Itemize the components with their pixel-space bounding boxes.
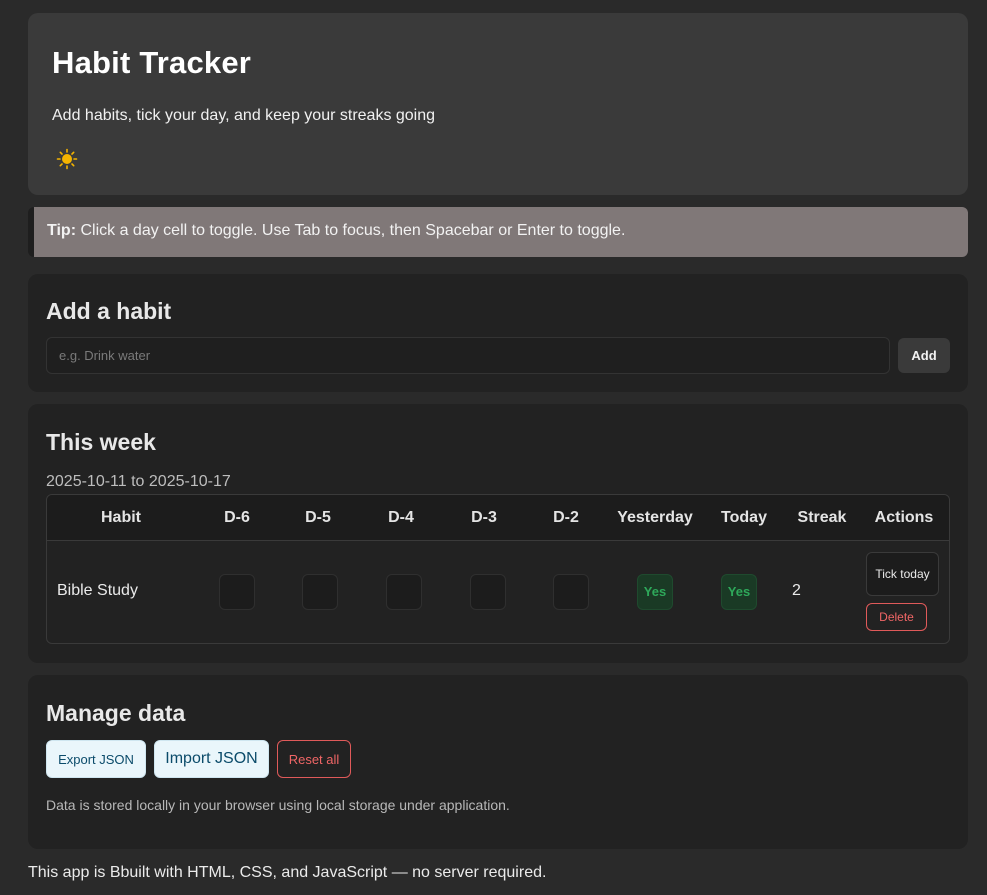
day-cell-d2[interactable]: [553, 574, 589, 610]
week-range: 2025-10-11 to 2025-10-17: [46, 473, 231, 490]
day-cell-d4[interactable]: [386, 574, 422, 610]
header-card: Habit Tracker Add habits, tick your day,…: [28, 13, 968, 195]
day-cell-d5[interactable]: [302, 574, 338, 610]
column-header-d3: D-3: [471, 509, 497, 526]
footer-text: This app is Bbuilt with HTML, CSS, and J…: [28, 864, 547, 881]
manage-data-card: Manage data Export JSON Import JSON Rese…: [28, 675, 968, 849]
habit-name-input[interactable]: [46, 337, 890, 374]
column-header-d6: D-6: [224, 509, 250, 526]
streak-count: 2: [792, 582, 801, 599]
column-header-today: Today: [721, 509, 767, 526]
add-habit-heading: Add a habit: [46, 298, 172, 324]
tip-text: Tip: Click a day cell to toggle. Use Tab…: [47, 222, 625, 240]
column-header-streak: Streak: [797, 509, 847, 526]
tip-label: Tip:: [47, 222, 77, 239]
week-card: This week 2025-10-11 to 2025-10-17 Habit…: [28, 404, 968, 663]
habit-name: Bible Study: [57, 582, 138, 599]
column-header-actions: Actions: [874, 509, 934, 526]
column-header-yesterday: Yesterday: [617, 509, 693, 526]
tip-body: Click a day cell to toggle. Use Tab to f…: [76, 222, 626, 239]
add-habit-button[interactable]: Add: [898, 338, 950, 373]
day-cell-d3[interactable]: [470, 574, 506, 610]
export-json-button[interactable]: Export JSON: [46, 740, 146, 778]
column-header-d5: D-5: [305, 509, 331, 526]
sun-icon: [56, 148, 78, 170]
table-row: Bible Study Yes Yes 2 Tick today Delete: [47, 542, 949, 643]
page-subtitle: Add habits, tick your day, and keep your…: [52, 107, 436, 124]
storage-note: Data is stored locally in your browser u…: [46, 797, 510, 813]
table-header: Habit D-6 D-5 D-4 D-3 D-2 Yesterday Toda…: [47, 495, 949, 541]
theme-toggle[interactable]: [56, 148, 78, 170]
habit-table: Habit D-6 D-5 D-4 D-3 D-2 Yesterday Toda…: [46, 494, 950, 644]
delete-habit-button[interactable]: Delete: [866, 603, 927, 631]
manage-data-heading: Manage data: [46, 700, 186, 726]
tip-banner: Tip: Click a day cell to toggle. Use Tab…: [28, 207, 968, 257]
column-header-d2: D-2: [553, 509, 579, 526]
day-cell-today[interactable]: Yes: [721, 574, 757, 610]
tick-today-button[interactable]: Tick today: [866, 552, 939, 596]
reset-all-button[interactable]: Reset all: [277, 740, 351, 778]
day-cell-d6[interactable]: [219, 574, 255, 610]
app: Habit Tracker Add habits, tick your day,…: [0, 0, 987, 895]
column-header-habit: Habit: [101, 509, 141, 526]
column-header-d4: D-4: [388, 509, 414, 526]
week-heading: This week: [46, 429, 156, 455]
add-habit-card: Add a habit Add: [28, 274, 968, 392]
import-json-button[interactable]: Import JSON: [154, 740, 269, 778]
day-cell-yesterday[interactable]: Yes: [637, 574, 673, 610]
page-title: Habit Tracker: [52, 45, 252, 80]
